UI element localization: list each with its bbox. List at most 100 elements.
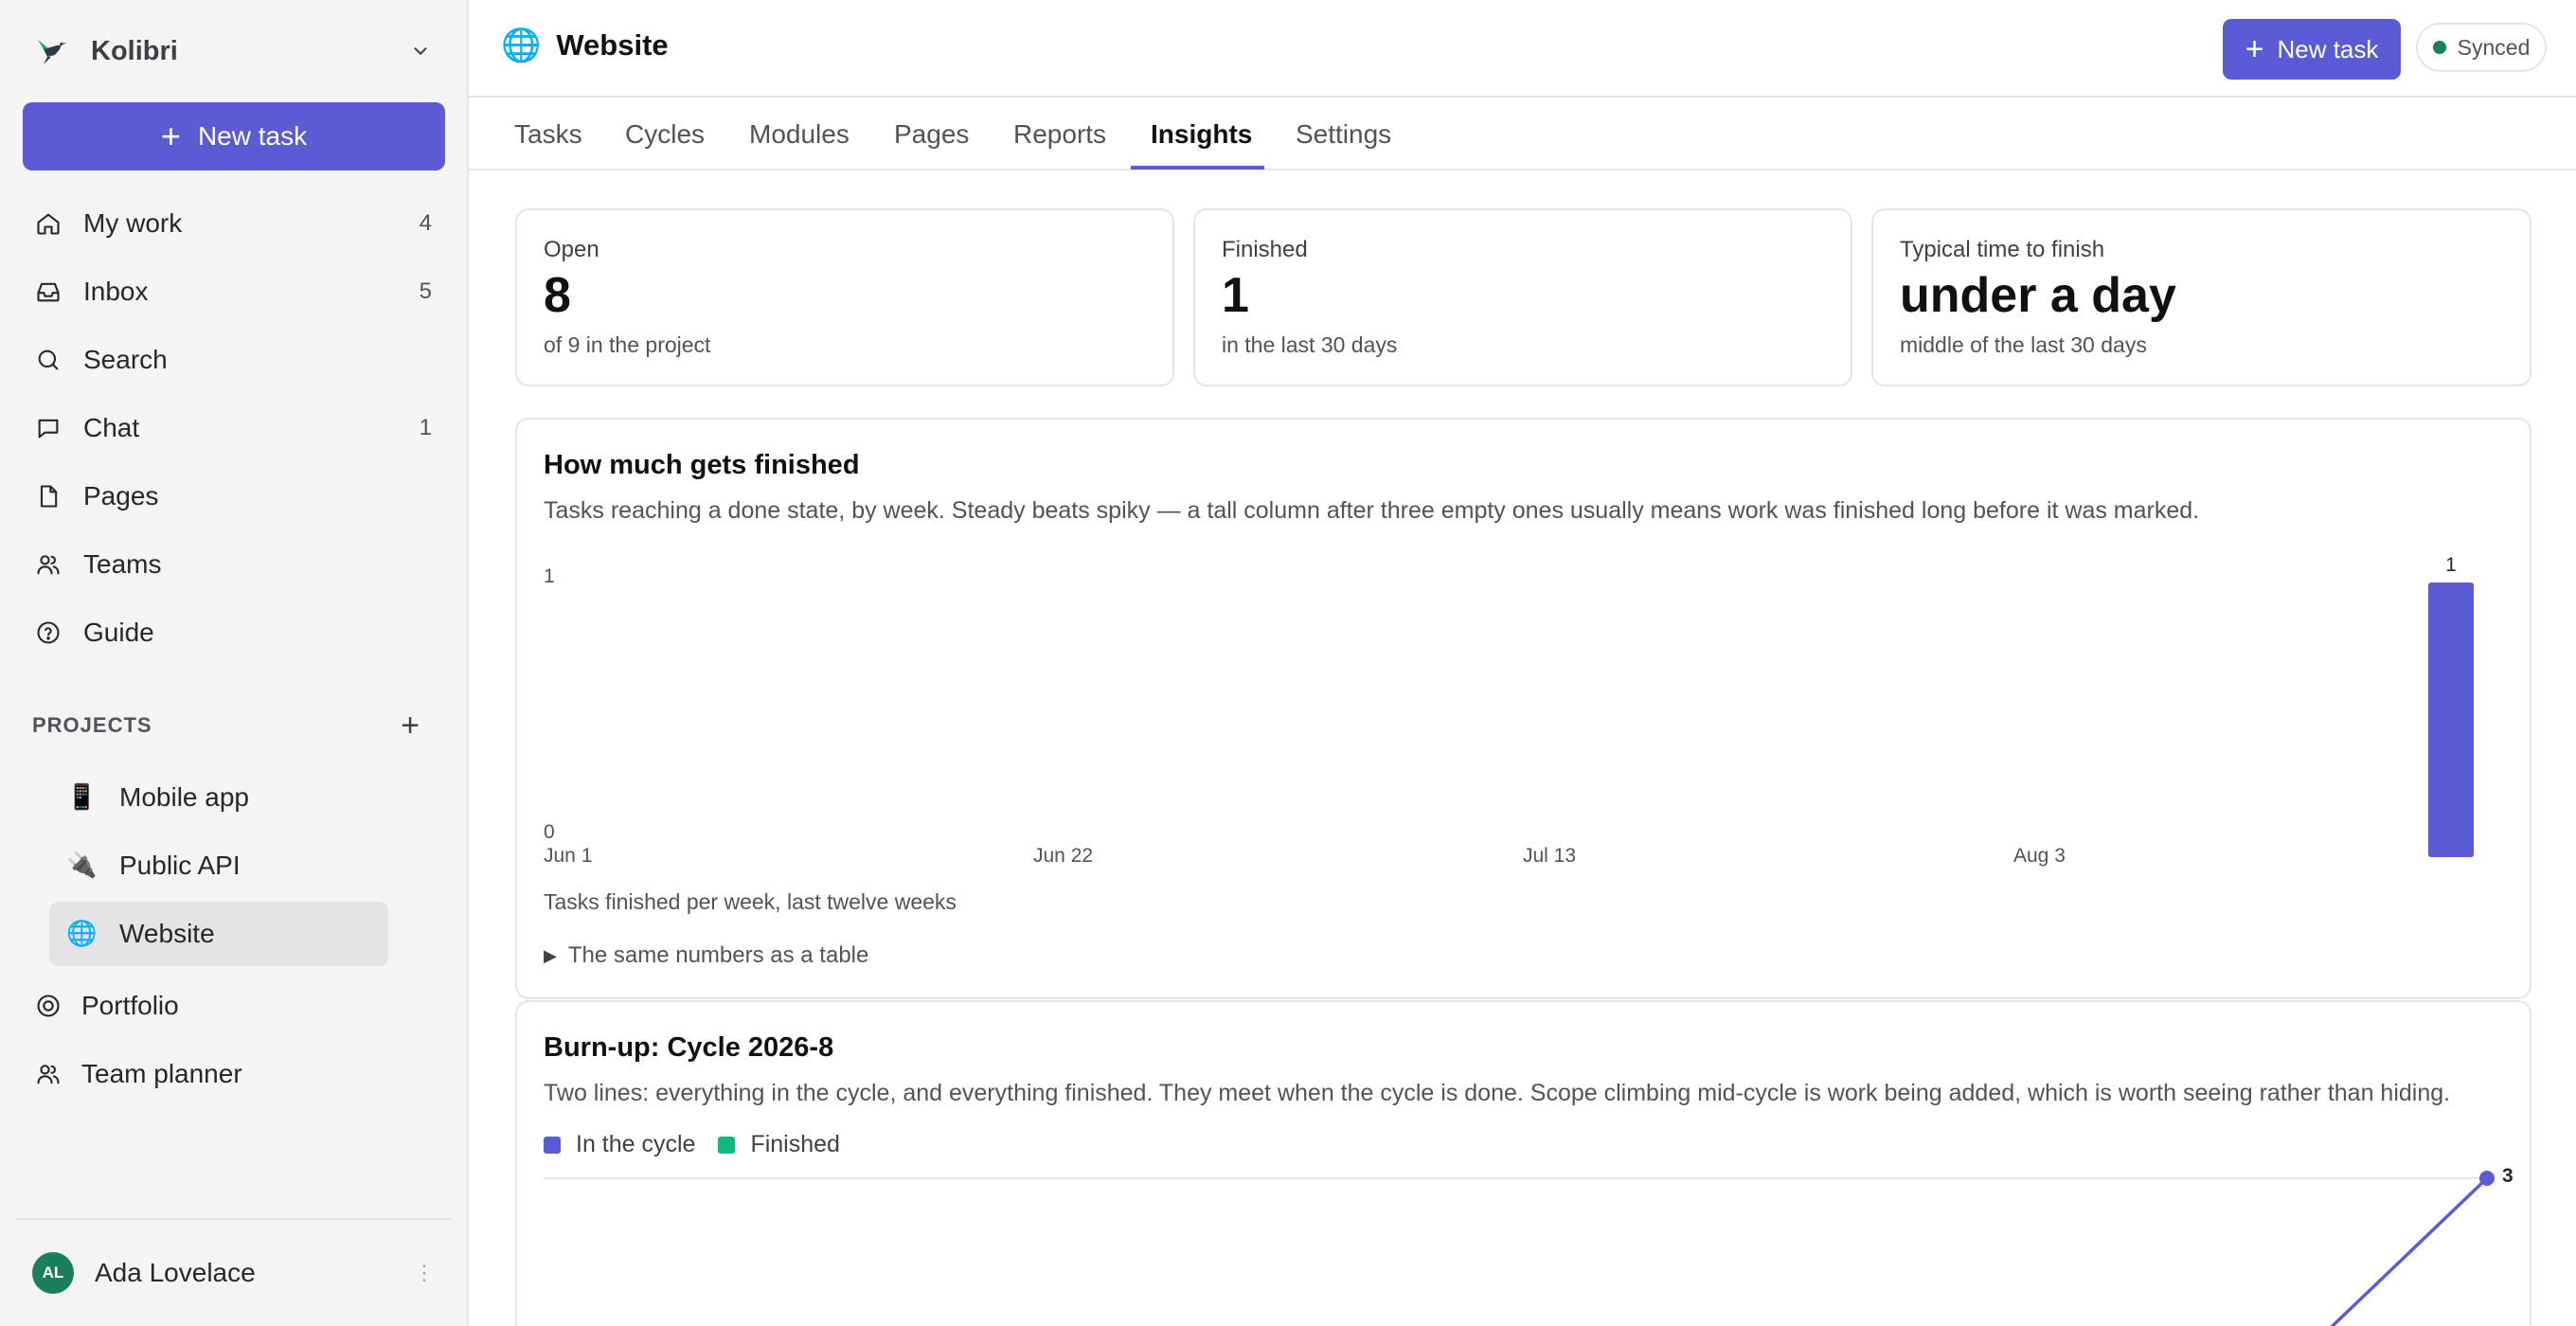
sidebar-item-label: Chat <box>83 413 140 442</box>
count-badge: 5 <box>419 278 432 304</box>
count-badge: 1 <box>419 415 432 440</box>
sidebar-item-guide[interactable]: Guide <box>23 599 445 667</box>
x-tick-label: Aug 3 <box>2013 845 2066 867</box>
sidebar-item-portfolio[interactable]: Portfolio <box>23 972 445 1040</box>
sidebar-item-inbox[interactable]: Inbox 5 <box>23 258 445 326</box>
new-task-label: New task <box>197 121 308 151</box>
sidebar-item-label: Guide <box>83 618 154 647</box>
sidebar-item-website[interactable]: 🌐 Website <box>49 902 388 966</box>
stat-card-finished: Finished 1 in the last 30 days <box>1193 208 1852 386</box>
triangle-right-icon: ▶ <box>544 945 557 965</box>
sidebar-item-team-planner[interactable]: Team planner <box>23 1040 445 1108</box>
users-icon <box>34 1060 63 1088</box>
project-label: Public API <box>119 851 241 880</box>
topbar: 🌐 Website + New task Synced <box>469 0 2576 98</box>
project-tabs: Tasks Cycles Modules Pages Reports Insig… <box>469 98 2576 170</box>
help-circle-icon <box>34 618 63 647</box>
x-tick-label: Jul 13 <box>1523 845 1576 867</box>
target-icon <box>34 992 63 1020</box>
workspace-switcher[interactable]: Kolibri <box>32 25 435 78</box>
tab-tasks[interactable]: Tasks <box>514 98 582 170</box>
user-menu[interactable]: AL Ada Lovelace ⋮ <box>15 1218 452 1326</box>
project-list: 📱 Mobile app 🔌 Public API 🌐 Website <box>49 765 388 970</box>
sidebar-item-label: Search <box>83 345 168 374</box>
main-content: 🌐 Website + New task Synced Tasks Cycles… <box>469 0 2576 1326</box>
sidebar-item-pages[interactable]: Pages <box>23 462 445 530</box>
chart-caption: Tasks finished per week, last twelve wee… <box>544 889 957 914</box>
sync-status-badge: Synced <box>2416 23 2547 72</box>
stat-label: Typical time to finish <box>1900 237 2105 262</box>
tab-settings[interactable]: Settings <box>1296 98 1391 170</box>
table-toggle-label: The same numbers as a table <box>567 942 869 968</box>
add-project-icon[interactable]: + <box>401 708 420 744</box>
sidebar-item-chat[interactable]: Chat 1 <box>23 394 445 462</box>
stat-value: under a day <box>1900 268 2176 323</box>
stat-value: 1 <box>1222 268 1249 323</box>
sidebar-item-label: Pages <box>83 481 159 511</box>
globe-icon: 🌐 <box>501 27 542 64</box>
hummingbird-logo-icon <box>32 32 70 70</box>
sidebar: Kolibri + New task My work 4 Inbox 5 Sea… <box>0 0 469 1326</box>
burnup-chart: 3 <box>544 1165 2513 1326</box>
count-badge: 4 <box>419 210 432 236</box>
projects-header: PROJECTS + <box>32 708 420 744</box>
tab-pages[interactable]: Pages <box>894 98 969 170</box>
stat-label: Finished <box>1222 237 1308 262</box>
new-task-button-top[interactable]: + New task <box>2223 19 2401 80</box>
new-task-button[interactable]: + New task <box>23 102 445 170</box>
sidebar-item-label: My work <box>83 208 183 238</box>
plus-icon: + <box>160 116 181 155</box>
phone-icon: 📱 <box>66 783 98 812</box>
sidebar-item-label: Teams <box>83 549 162 579</box>
project-label: Mobile app <box>119 782 249 812</box>
chevron-down-icon[interactable] <box>406 37 435 65</box>
sidebar-item-label: Portfolio <box>81 991 179 1020</box>
tab-reports[interactable]: Reports <box>1013 98 1106 170</box>
sidebar-item-public-api[interactable]: 🔌 Public API <box>49 833 388 898</box>
plus-icon: + <box>2245 30 2264 67</box>
burnup-card: Burn-up: Cycle 2026-8 Two lines: everyth… <box>515 1000 2531 1326</box>
sidebar-item-search[interactable]: Search <box>23 326 445 394</box>
bar[interactable] <box>2428 582 2474 857</box>
series-line-in-cycle <box>2330 1176 2489 1326</box>
tab-cycles[interactable]: Cycles <box>625 98 705 170</box>
avatar: AL <box>32 1252 74 1294</box>
workspace-name: Kolibri <box>91 35 178 66</box>
throughput-card: How much gets finished Tasks reaching a … <box>515 418 2531 999</box>
page-title: 🌐 Website <box>501 27 669 64</box>
sync-status-label: Synced <box>2457 34 2531 60</box>
stat-subtext: middle of the last 30 days <box>1900 332 2147 358</box>
stat-label: Open <box>544 237 599 262</box>
sidebar-item-label: Team planner <box>81 1059 242 1088</box>
sidebar-item-label: Inbox <box>83 277 149 306</box>
x-tick-label: Jun 1 <box>544 845 592 867</box>
table-toggle[interactable]: ▶ The same numbers as a table <box>544 942 868 969</box>
sidebar-item-mobile-app[interactable]: 📱 Mobile app <box>49 765 388 830</box>
more-vertical-icon[interactable]: ⋮ <box>414 1261 435 1285</box>
users-icon <box>34 550 63 579</box>
projects-heading: PROJECTS <box>32 713 152 737</box>
app-root: Kolibri + New task My work 4 Inbox 5 Sea… <box>0 0 2576 1326</box>
stat-value: 8 <box>544 268 571 323</box>
tab-insights[interactable]: Insights <box>1151 98 1252 170</box>
tab-modules[interactable]: Modules <box>749 98 850 170</box>
y-tick-label: 1 <box>544 565 555 587</box>
end-value-label: 3 <box>2502 1165 2513 1187</box>
sidebar-item-my-work[interactable]: My work 4 <box>23 189 445 258</box>
stat-card-open: Open 8 of 9 in the project <box>515 208 1174 386</box>
globe-icon: 🌐 <box>66 920 98 948</box>
stat-subtext: of 9 in the project <box>544 332 711 358</box>
x-tick-label: Jun 22 <box>1033 845 1093 867</box>
new-task-label: New task <box>2277 34 2379 63</box>
user-name: Ada Lovelace <box>95 1258 256 1287</box>
page-icon <box>34 482 63 511</box>
sidebar-item-teams[interactable]: Teams <box>23 530 445 599</box>
y-tick-label: 0 <box>544 821 555 843</box>
inbox-icon <box>34 278 63 306</box>
project-label: Website <box>119 919 215 948</box>
status-dot <box>2432 41 2446 54</box>
stat-card-time-to-finish: Typical time to finish under a day middl… <box>1871 208 2531 386</box>
series-end-point <box>2479 1171 2495 1186</box>
active-tab-indicator <box>1131 166 1264 170</box>
project-title: Website <box>556 28 669 62</box>
